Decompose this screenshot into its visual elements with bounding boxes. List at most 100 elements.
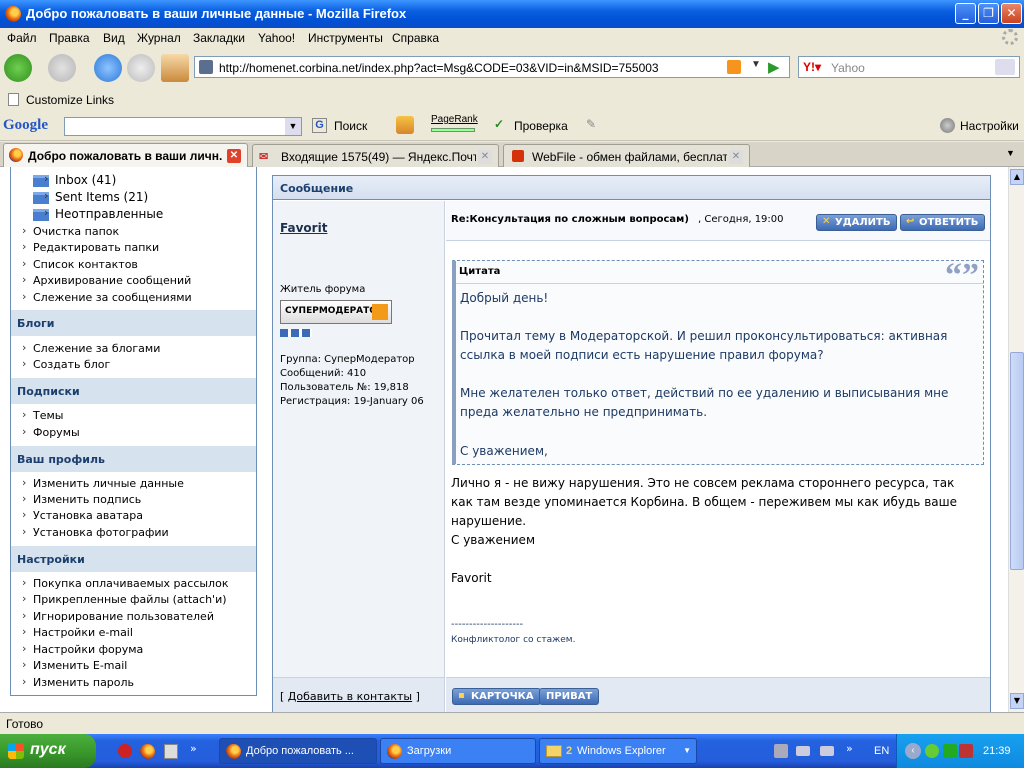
forward-arrow-icon[interactable] xyxy=(48,54,76,82)
spellcheck-button[interactable]: Проверка xyxy=(514,119,568,133)
sidebar-link[interactable]: Изменить подпись xyxy=(22,492,141,506)
network-icon[interactable] xyxy=(943,744,957,758)
folder-inbox[interactable]: Inbox (41) xyxy=(44,172,116,187)
group-dropdown-icon[interactable]: ▼ xyxy=(683,746,691,755)
sidebar-link[interactable]: Список контактов xyxy=(22,257,138,271)
menu-edit[interactable]: Правка xyxy=(49,31,90,45)
firefox-quicklaunch-icon[interactable] xyxy=(140,744,155,759)
sidebar-link[interactable]: Слежение за сообщениями xyxy=(22,290,192,304)
tab-welcome[interactable]: Добро пожаловать в ваши личн... ✕ xyxy=(3,143,248,167)
close-button[interactable]: ✕ xyxy=(1001,3,1022,24)
card-icon: ▪ xyxy=(458,690,465,701)
tray-app-icon[interactable] xyxy=(796,746,810,756)
tray-collapse-icon[interactable]: ‹ xyxy=(905,743,921,759)
sidebar-link[interactable]: Очистка папок xyxy=(22,224,119,238)
tab-list-icon[interactable]: ▼ xyxy=(1006,148,1015,158)
title-bar[interactable]: Добро пожаловать в ваши личные данные - … xyxy=(0,0,1024,28)
url-dropdown-icon[interactable]: ▼ xyxy=(751,59,761,70)
url-bar[interactable]: http://homenet.corbina.net/index.php?act… xyxy=(194,56,790,78)
minimize-button[interactable]: _ xyxy=(955,3,976,24)
google-logo[interactable]: Google xyxy=(3,117,48,134)
delete-button[interactable]: ✕ УДАЛИТЬ xyxy=(816,214,898,231)
sidebar-link[interactable]: Создать блог xyxy=(22,357,110,371)
chevron-down-icon[interactable]: ▼ xyxy=(285,118,301,135)
sidebar-link[interactable]: Прикрепленные файлы (attach'и) xyxy=(22,592,226,606)
quicklaunch-icon[interactable] xyxy=(164,744,178,759)
menu-bookmarks[interactable]: Закладки xyxy=(193,31,245,45)
taskbar-item-firefox[interactable]: Добро пожаловать ... xyxy=(219,738,377,764)
menu-file[interactable]: Файл xyxy=(7,31,37,45)
close-tab-icon[interactable]: ✕ xyxy=(227,149,241,163)
sidebar-link[interactable]: Изменить пароль xyxy=(22,675,134,689)
google-search-button[interactable]: Поиск xyxy=(334,119,367,133)
language-indicator[interactable]: EN xyxy=(874,745,889,757)
tray-app-icon[interactable] xyxy=(774,744,788,758)
sidebar-link[interactable]: Изменить личные данные xyxy=(22,476,184,490)
highlighter-icon[interactable]: ✎ xyxy=(586,117,596,131)
sidebar-link[interactable]: Форумы xyxy=(22,425,80,439)
menu-yahoo[interactable]: Yahoo! xyxy=(258,31,295,45)
go-icon[interactable]: ▶ xyxy=(768,58,780,76)
settings-icon[interactable] xyxy=(940,118,955,133)
tab-yandex-mail[interactable]: ✉ Входящие 1575(49) — Яндекс.Почта ✕ xyxy=(252,144,499,167)
vertical-scrollbar[interactable]: ▲ ▼ xyxy=(1008,167,1024,712)
sidebar-link[interactable]: Установка аватара xyxy=(22,508,143,522)
pagerank-label[interactable]: PageRank xyxy=(431,114,478,125)
menu-help[interactable]: Справка xyxy=(392,31,439,45)
sidebar-link[interactable]: Изменить E-mail xyxy=(22,658,127,672)
sidebar-link[interactable]: Настройки форума xyxy=(22,642,143,656)
popup-blocker-icon[interactable] xyxy=(396,116,414,134)
taskbar-item-explorer[interactable]: 2 Windows Explorer ▼ xyxy=(539,738,697,764)
menu-history[interactable]: Журнал xyxy=(137,31,181,45)
home-icon[interactable] xyxy=(161,54,189,82)
tray-app-icon[interactable] xyxy=(820,746,834,756)
yahoo-icon[interactable]: Y!▾ xyxy=(803,60,821,74)
tray-app-icon[interactable] xyxy=(959,744,973,758)
sidebar-link[interactable]: Редактировать папки xyxy=(22,240,159,254)
scroll-up-icon[interactable]: ▲ xyxy=(1010,169,1024,185)
rss-icon[interactable] xyxy=(727,60,741,74)
start-button[interactable]: пуск xyxy=(0,734,96,768)
bookmarks-bar: Customize Links xyxy=(0,88,1024,112)
menu-view[interactable]: Вид xyxy=(103,31,125,45)
sidebar-link[interactable]: Слежение за блогами xyxy=(22,341,160,355)
icq-icon[interactable] xyxy=(925,744,939,758)
sidebar-link[interactable]: Установка фотографии xyxy=(22,525,169,539)
system-tray: ‹ 21:39 xyxy=(896,734,1024,768)
taskbar-item-downloads[interactable]: Загрузки xyxy=(380,738,536,764)
google-search-input[interactable]: ▼ xyxy=(64,117,302,136)
spellcheck-icon[interactable]: ✓ xyxy=(494,117,504,131)
sidebar-link[interactable]: Настройки e-mail xyxy=(22,625,133,639)
scroll-thumb[interactable] xyxy=(1010,352,1024,570)
firefox-icon xyxy=(226,744,241,759)
tab-webfile[interactable]: WebFile - обмен файлами, бесплатн... ✕ xyxy=(503,144,750,167)
sidebar-link[interactable]: Архивирование сообщений xyxy=(22,273,191,287)
restore-button[interactable]: ❐ xyxy=(978,3,999,24)
back-arrow-icon[interactable] xyxy=(4,54,32,82)
folder-sent[interactable]: Sent Items (21) xyxy=(44,189,148,204)
windows-logo-icon xyxy=(8,743,24,759)
customize-links[interactable]: Customize Links xyxy=(26,93,114,107)
google-settings-button[interactable]: Настройки xyxy=(960,119,1019,133)
menu-tools[interactable]: Инструменты xyxy=(308,31,383,45)
tray-more-icon[interactable]: » xyxy=(846,742,853,755)
search-icon[interactable] xyxy=(995,59,1015,75)
add-contact-link[interactable]: Добавить в контакты xyxy=(288,690,412,703)
quicklaunch-more-icon[interactable]: » xyxy=(190,742,197,755)
close-tab-icon[interactable]: ✕ xyxy=(729,150,743,164)
message-date: , Сегодня, 19:00 xyxy=(698,214,784,225)
sidebar-link[interactable]: Покупка оплачиваемых рассылок xyxy=(22,576,228,590)
private-message-button[interactable]: ПРИВАТ xyxy=(539,688,600,705)
stop-icon[interactable] xyxy=(127,54,155,82)
reply-button[interactable]: ↩ ОТВЕТИТЬ xyxy=(900,214,986,231)
close-tab-icon[interactable]: ✕ xyxy=(478,150,492,164)
folder-unsent[interactable]: Неотправленные xyxy=(44,206,163,221)
opera-icon[interactable] xyxy=(118,744,132,758)
profile-card-button[interactable]: ▪ КАРТОЧКА xyxy=(452,688,541,705)
reload-icon[interactable] xyxy=(94,54,122,82)
sidebar-link[interactable]: Темы xyxy=(22,408,64,422)
sidebar-link[interactable]: Игнорирование пользователей xyxy=(22,609,214,623)
scroll-down-icon[interactable]: ▼ xyxy=(1010,693,1024,709)
author-name[interactable]: Favorit xyxy=(280,221,327,235)
search-bar[interactable]: Y!▾ Yahoo xyxy=(798,56,1020,78)
